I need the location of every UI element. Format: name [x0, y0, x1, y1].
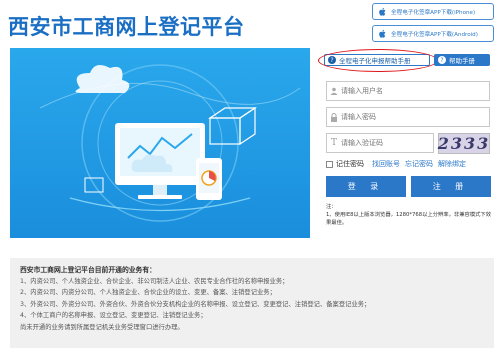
password-input[interactable]: [341, 113, 441, 121]
register-button[interactable]: 注 册: [411, 176, 491, 197]
full-e-declaration-help-button[interactable]: ? 全程电子化申报帮助手册: [324, 54, 430, 66]
help-main-label: 全程电子化申报帮助手册: [339, 57, 411, 65]
notes-heading: 注：: [326, 204, 337, 210]
help-side-label: 帮助手册: [449, 57, 475, 65]
browser-notes: 注： 1、使用IE8以上版本浏览器，1280*768以上分辨率，非兼容模式下效果…: [326, 203, 492, 227]
password-field[interactable]: [326, 107, 490, 127]
header: 西安市工商网上登记平台 全程电子化签章APP下载(iPhone) 全程电子化签章…: [0, 0, 500, 48]
login-button[interactable]: 登 录: [326, 176, 406, 197]
unbind-link[interactable]: 解除绑定: [438, 159, 466, 169]
android-download-label: 全程电子化签章APP下载(Android): [391, 31, 478, 38]
android-download-button[interactable]: 全程电子化签章APP下载(Android): [372, 25, 494, 42]
ios-download-label: 全程电子化签章APP下载(iPhone): [391, 9, 476, 16]
services-line: 1、内资公司、个人独资企业、合伙企业、非公司制法人企业、农民专业合作社的名称申报…: [20, 278, 289, 285]
question-icon: ?: [328, 56, 336, 64]
lock-icon: [327, 112, 341, 122]
username-input[interactable]: [341, 87, 441, 95]
services-line: 2、内资公司、内资分公司、个人独资企业、合伙企业的设立、变更、备案、注销登记业务…: [20, 289, 276, 297]
verification-code-field[interactable]: T: [326, 133, 434, 153]
hero-banner: [10, 48, 310, 238]
notes-line: 1、使用IE8以上版本浏览器，1280*768以上分辨率，非兼容模式下效果最佳。: [326, 212, 492, 226]
remember-password-checkbox[interactable]: [326, 160, 333, 168]
question-icon: ?: [438, 56, 446, 64]
apple-icon: [377, 29, 387, 39]
services-title: 西安市工商网上登记平台目前开通的业务有：: [20, 266, 156, 274]
user-icon: [327, 87, 341, 95]
apple-icon: [377, 7, 387, 17]
forgot-password-link[interactable]: 忘记密码: [405, 159, 433, 169]
help-manual-button[interactable]: ? 帮助手册: [434, 54, 490, 66]
services-line: 尚未开通的业务请到所属登记机关业务受理窗口进行办理。: [20, 323, 184, 331]
available-services-panel: 西安市工商网上登记平台目前开通的业务有： 1、内资公司、个人独资企业、合伙企业、…: [10, 258, 494, 348]
verification-code-input[interactable]: [341, 139, 421, 147]
services-line: 3、外资公司、外资分公司、外资合伙、外资合伙分支机构企业的名称申报、设立登记、变…: [20, 300, 371, 308]
login-options: 记住密码 找回账号 忘记密码 解除绑定: [326, 159, 492, 169]
text-icon: T: [330, 138, 337, 148]
hero-illustration: [39, 64, 301, 222]
captcha-image[interactable]: 2333: [438, 133, 490, 154]
recover-account-link[interactable]: 找回账号: [372, 159, 400, 169]
ios-download-button[interactable]: 全程电子化签章APP下载(iPhone): [372, 3, 494, 20]
remember-password-label[interactable]: 记住密码: [336, 159, 364, 169]
services-line: 4、个体工商户的名称申报、设立登记、变更登记、注销登记业务；: [20, 312, 207, 320]
username-field[interactable]: [326, 81, 490, 101]
site-title: 西安市工商网上登记平台: [8, 15, 245, 39]
login-panel: ? 全程电子化申报帮助手册 ? 帮助手册 T 2333 记住密码 找回账号 忘记…: [318, 48, 492, 240]
